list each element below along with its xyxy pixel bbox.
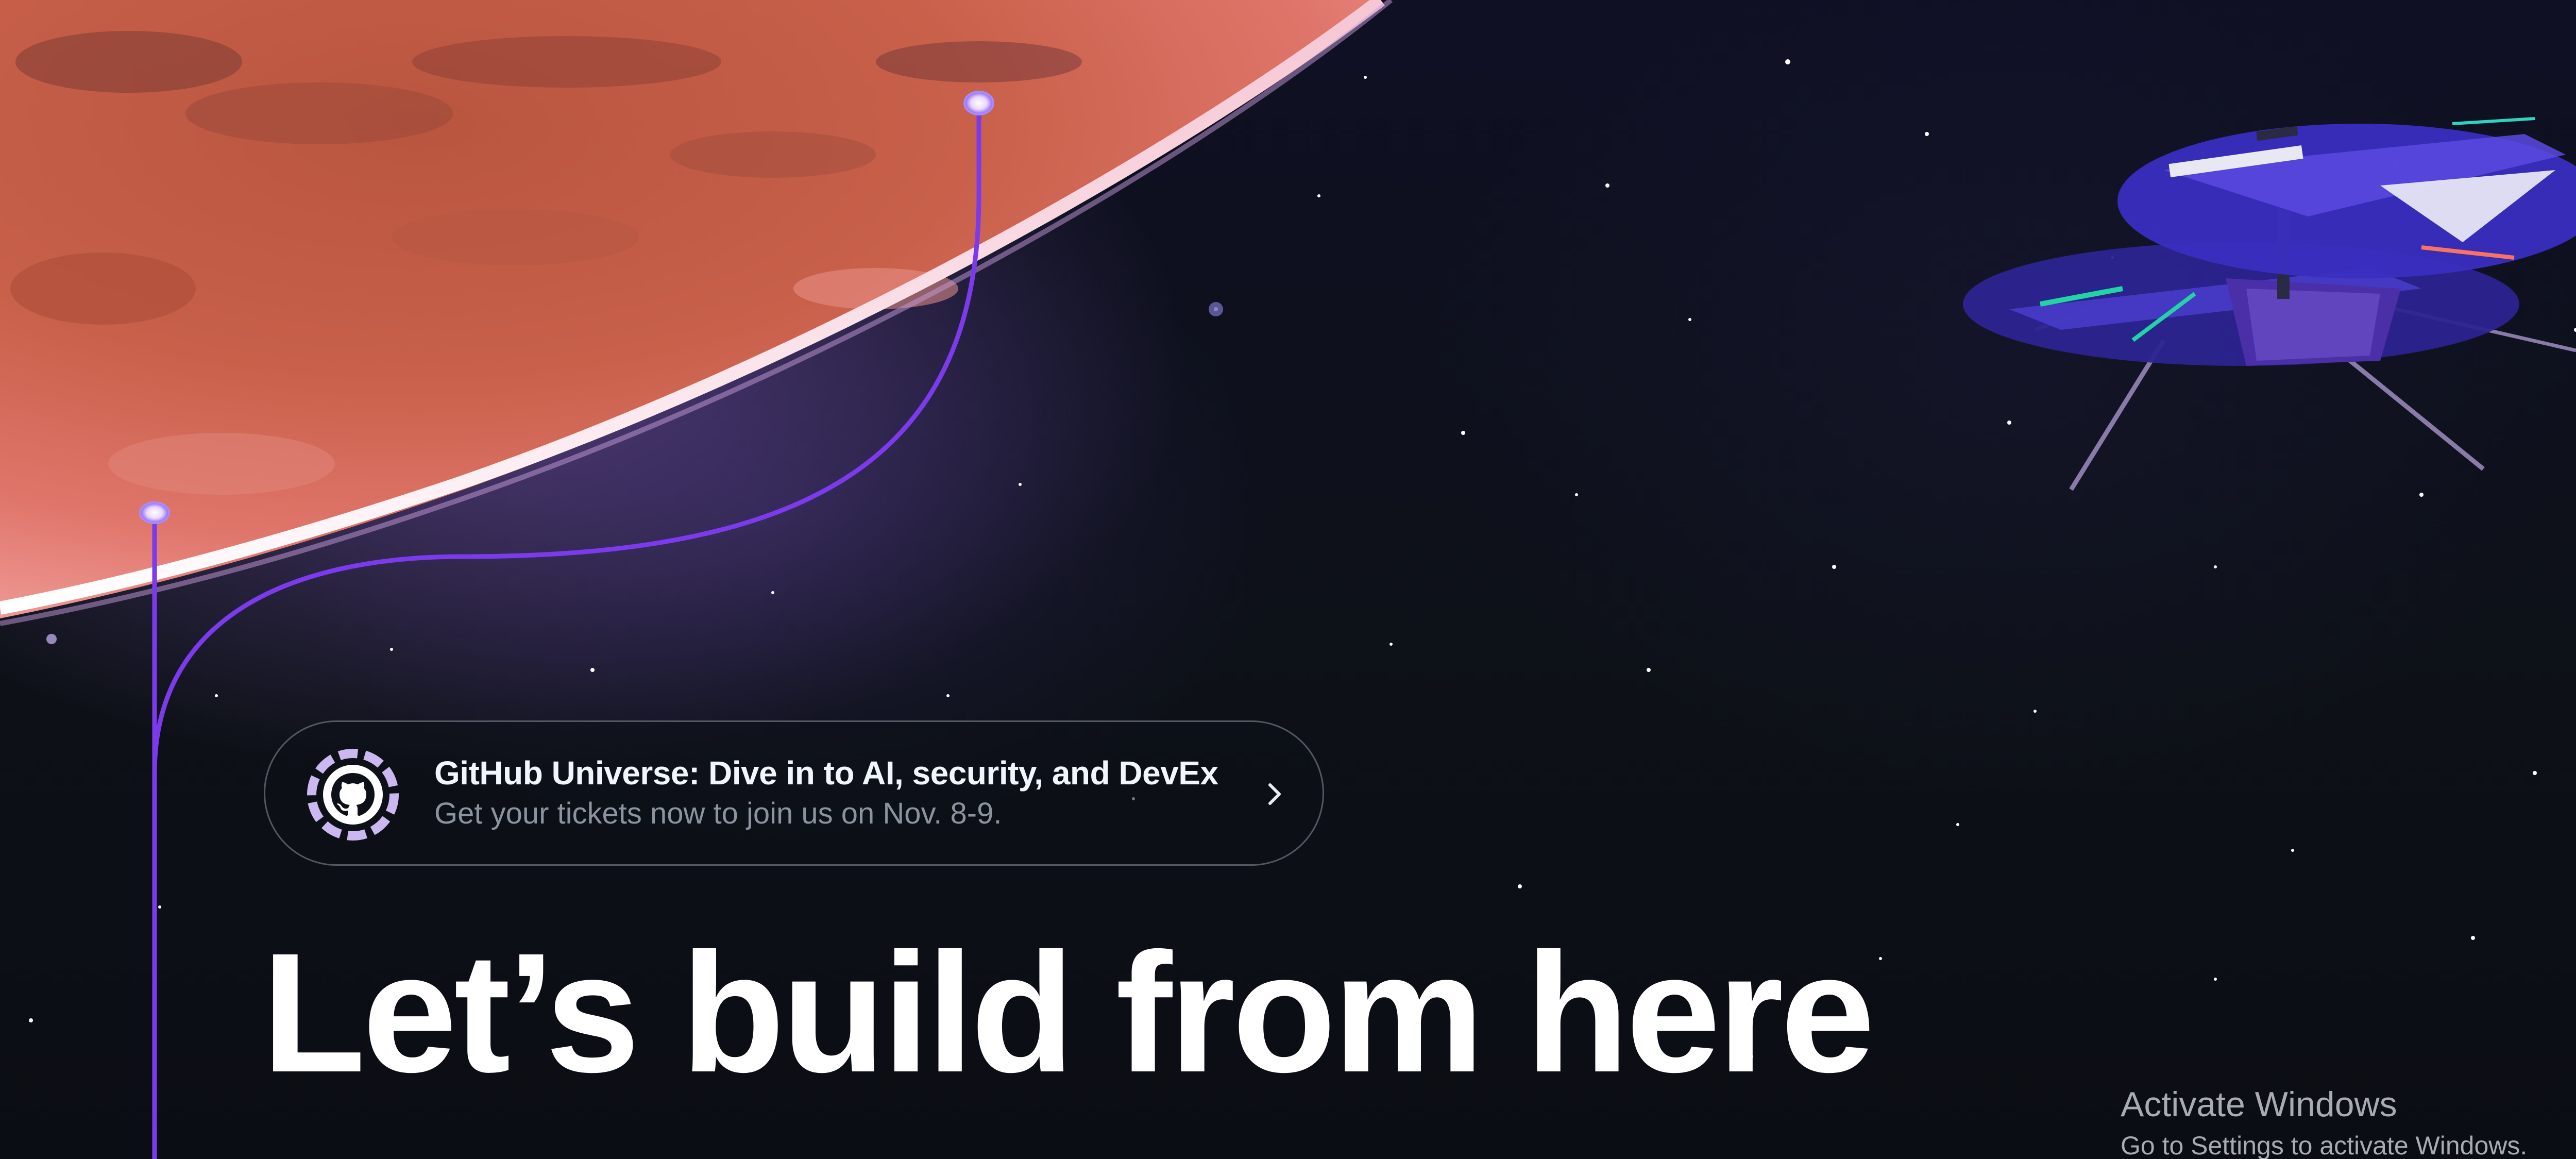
hero-heading: Let’s build from here bbox=[262, 917, 1875, 1107]
activate-windows-title: Activate Windows bbox=[2121, 1085, 2397, 1124]
timeline-node-left bbox=[139, 501, 170, 524]
page-hero-section: GitHub Universe: Dive in to AI, security… bbox=[0, 0, 2576, 1159]
announcement-title: GitHub Universe: Dive in to AI, security… bbox=[434, 754, 1218, 792]
github-universe-logo-icon bbox=[307, 748, 399, 841]
timeline-node-top bbox=[963, 91, 994, 115]
announcement-subtitle: Get your tickets now to join us on Nov. … bbox=[434, 797, 1002, 830]
chevron-right-icon bbox=[1260, 779, 1291, 810]
universe-announcement-banner[interactable]: GitHub Universe: Dive in to AI, security… bbox=[264, 720, 1324, 866]
activate-windows-subtitle: Go to Settings to activate Windows. bbox=[2121, 1131, 2528, 1159]
helicopter-illustration bbox=[1963, 117, 2576, 491]
